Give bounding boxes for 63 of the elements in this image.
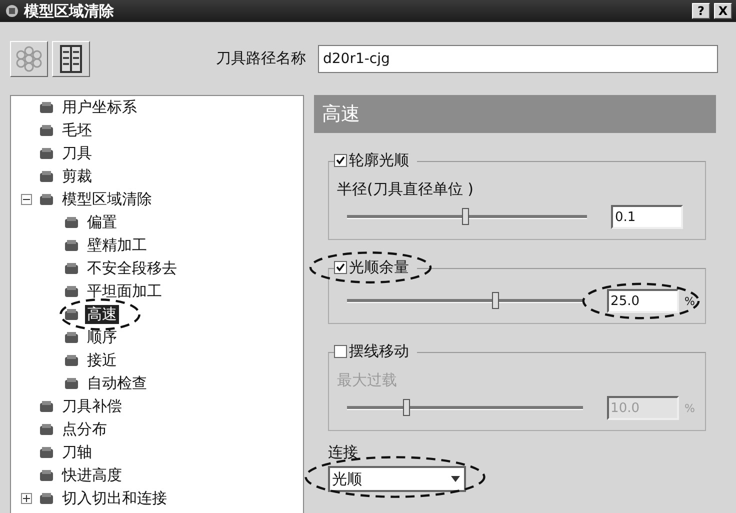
node-icon: [63, 306, 81, 322]
node-icon: [38, 398, 56, 414]
app-icon: [4, 3, 20, 19]
tree-item[interactable]: 壁精加工: [85, 236, 149, 255]
node-icon: [63, 284, 81, 300]
slider-thumb[interactable]: [462, 208, 469, 225]
close-button[interactable]: X: [714, 3, 732, 19]
tree-item[interactable]: 高速: [85, 305, 119, 324]
tree-item[interactable]: 刀轴: [60, 443, 94, 462]
node-icon: [38, 100, 56, 116]
field-label: 半径(刀具直径单位 ): [337, 180, 474, 199]
checkbox[interactable]: [334, 154, 347, 167]
tree-item[interactable]: 点分布: [60, 420, 109, 439]
value-field[interactable]: 25.0: [606, 289, 679, 313]
slider-thumb[interactable]: [492, 292, 500, 309]
book-icon[interactable]: [52, 40, 90, 76]
checkbox-label: 轮廓光顺: [348, 151, 410, 170]
toolpath-name-field[interactable]: d20r1-cjg: [318, 44, 718, 72]
expander-icon[interactable]: [21, 493, 32, 504]
node-icon: [38, 122, 56, 138]
node-icon: [63, 352, 81, 368]
node-icon: [63, 260, 81, 276]
node-icon: [63, 376, 81, 392]
tree-item[interactable]: 刀具补偿: [60, 397, 124, 416]
tree-item[interactable]: 自动检查: [85, 374, 149, 393]
checkbox-label: 光顺余量: [348, 258, 410, 277]
help-button[interactable]: ?: [692, 3, 710, 19]
node-icon: [63, 330, 81, 346]
caret-icon: [451, 476, 460, 482]
connection-dropdown[interactable]: 光顺: [328, 466, 466, 492]
tree-item[interactable]: 切入切出和连接: [60, 489, 169, 508]
tree-item[interactable]: 快进高度: [60, 466, 124, 485]
panel-header: 高速: [314, 95, 716, 133]
unit-label: %: [684, 294, 695, 308]
flower-icon[interactable]: [10, 40, 48, 76]
toolpath-name-label: 刀具路径名称: [216, 49, 306, 68]
node-icon: [38, 192, 56, 208]
tree-item[interactable]: 刀具: [60, 144, 94, 163]
node-icon: [63, 214, 81, 230]
tree-item[interactable]: 毛坯: [60, 121, 94, 140]
tree-item[interactable]: 模型区域清除: [60, 190, 154, 209]
node-icon: [63, 238, 81, 254]
node-icon: [38, 146, 56, 162]
checkbox-label: 摆线移动: [348, 342, 410, 361]
node-icon: [38, 490, 56, 506]
expander-icon[interactable]: [21, 194, 32, 205]
checkbox[interactable]: [334, 261, 347, 274]
tree-item[interactable]: 顺序: [85, 328, 119, 347]
node-icon: [38, 422, 56, 438]
field-label: 最大过载: [337, 371, 398, 390]
tree-item[interactable]: 接近: [85, 351, 119, 370]
node-icon: [38, 468, 56, 484]
node-icon: [38, 444, 56, 460]
tree-item[interactable]: 不安全段移去: [85, 259, 179, 278]
tree-item[interactable]: 偏置: [85, 213, 119, 232]
unit-label: %: [684, 402, 695, 414]
window-title: 模型区域清除: [24, 2, 114, 20]
node-icon: [38, 168, 56, 184]
tree-item[interactable]: 平坦面加工: [85, 282, 164, 301]
connection-label: 连接: [328, 443, 359, 462]
tree-item[interactable]: 剪裁: [60, 167, 94, 186]
tree-item[interactable]: 用户坐标系: [60, 98, 139, 117]
value-field[interactable]: 0.1: [611, 205, 683, 229]
